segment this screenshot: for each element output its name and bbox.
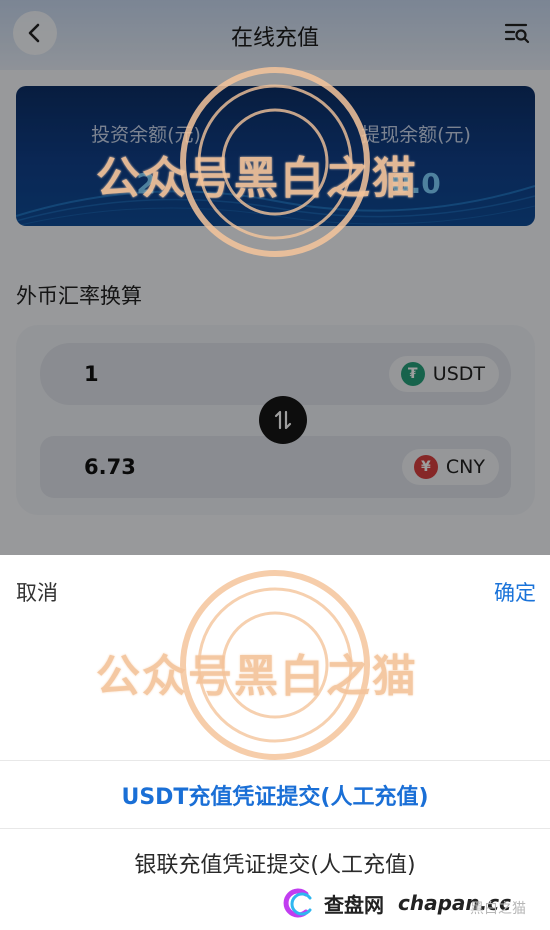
- recharge-page: 在线充值 投资余额(元) 2 提现余额(元) 0.0 外币汇率换算 1 ₮ US…: [0, 0, 550, 930]
- bottom-sheet: 取消 确定 USDT充值凭证提交(人工充值) 银联充值凭证提交(人工充值): [0, 555, 550, 930]
- footer-brand: 查盘网: [324, 892, 384, 917]
- brand-logo-icon: [283, 888, 312, 918]
- option-usdt-voucher[interactable]: USDT充值凭证提交(人工充值): [0, 760, 550, 828]
- cancel-button[interactable]: 取消: [16, 577, 58, 607]
- option-unionpay-voucher[interactable]: 银联充值凭证提交(人工充值): [0, 828, 550, 896]
- modal-overlay[interactable]: [0, 0, 550, 555]
- confirm-button[interactable]: 确定: [494, 577, 536, 607]
- footer-faded-text: 黑白之猫: [470, 901, 526, 917]
